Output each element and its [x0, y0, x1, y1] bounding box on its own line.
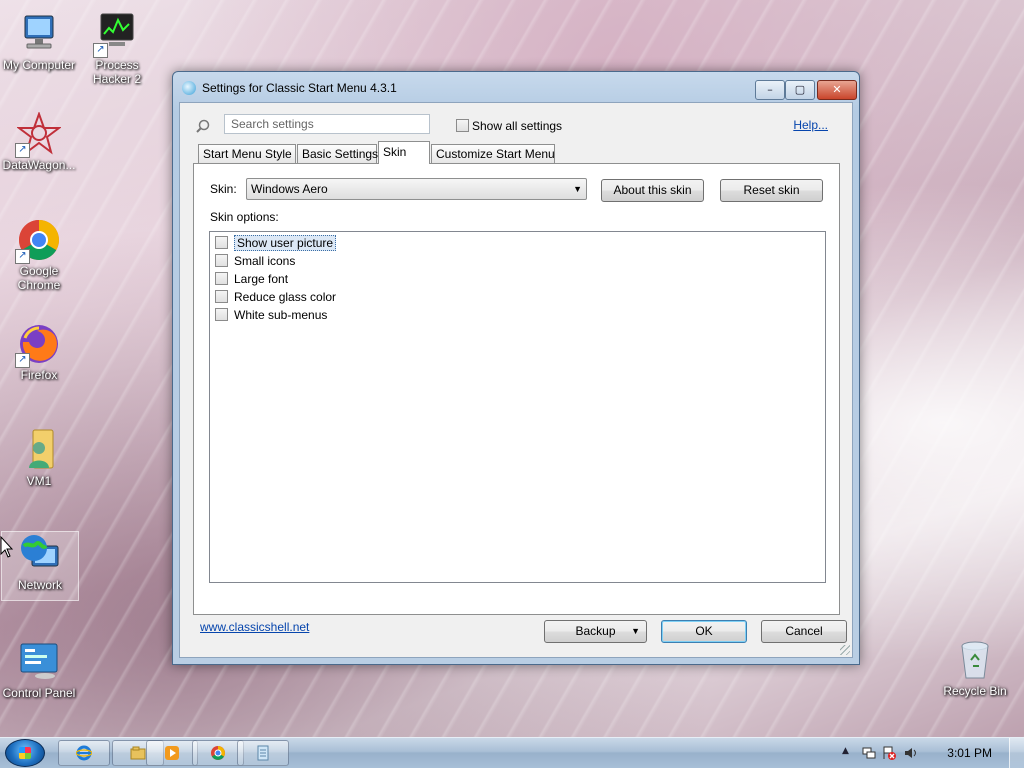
network-globe-icon	[18, 532, 62, 576]
checkbox-box[interactable]	[215, 272, 228, 285]
checkbox-box[interactable]	[215, 236, 228, 249]
desktop-icon-recycle-bin[interactable]: Recycle Bin	[937, 638, 1013, 698]
windows-logo-icon	[19, 747, 31, 759]
taskbar: ▲ 3:01 PM	[0, 737, 1024, 768]
option-label: Small icons	[234, 254, 296, 268]
desktop-icon-datawagon[interactable]: ↗ DataWagon...	[1, 111, 77, 172]
desktop-icon-label: DataWagon...	[2, 158, 76, 172]
desktop-icon-control-panel[interactable]: Control Panel	[1, 640, 77, 700]
shortcut-arrow-icon: ↗	[15, 353, 30, 368]
show-desktop-button[interactable]	[1009, 738, 1024, 768]
desktop-icon-label: My Computer	[2, 58, 76, 72]
windows-explorer-icon	[130, 745, 146, 761]
show-all-settings-label: Show all settings	[472, 118, 563, 133]
option-small-icons[interactable]: Small icons	[215, 253, 295, 269]
close-button[interactable]: ✕	[817, 80, 857, 100]
show-hidden-icons-arrow-icon[interactable]: ▲	[842, 746, 849, 756]
taskbar-media-player[interactable]	[146, 740, 198, 766]
ok-button[interactable]: OK	[661, 620, 747, 643]
show-all-settings-checkbox[interactable]: Show all settings	[456, 118, 562, 133]
skin-dropdown-value: Windows Aero	[251, 182, 328, 196]
skin-label: Skin:	[210, 182, 237, 196]
resize-grip[interactable]	[840, 645, 850, 655]
tab-basic-settings[interactable]: Basic Settings	[297, 144, 378, 163]
desktop-icon-label: VM1	[26, 474, 52, 488]
option-white-sub-menus[interactable]: White sub-menus	[215, 307, 327, 323]
skin-options-list: Show user picture Small icons Large font…	[209, 231, 826, 583]
volume-icon[interactable]	[904, 746, 918, 760]
skin-options-label: Skin options:	[210, 210, 279, 224]
about-skin-button[interactable]: About this skin	[601, 179, 704, 202]
desktop-icon-firefox[interactable]: ↗ Firefox	[1, 322, 77, 382]
option-label: Reduce glass color	[234, 290, 337, 304]
shortcut-arrow-icon: ↗	[93, 43, 108, 58]
option-label: Large font	[234, 272, 289, 286]
taskbar-notepad[interactable]	[237, 740, 289, 766]
reset-skin-button[interactable]: Reset skin	[720, 179, 823, 202]
checkbox-box[interactable]	[215, 308, 228, 321]
desktop-icon-label: Firefox	[20, 368, 58, 382]
option-label: Show user picture	[234, 235, 337, 251]
checkbox-box[interactable]	[456, 119, 469, 133]
desktop-icon-process-hacker[interactable]: ↗ Process Hacker 2	[79, 12, 155, 86]
desktop-icon-vm1[interactable]: VM1	[1, 428, 77, 488]
chrome-icon	[210, 745, 226, 761]
network-status-icon[interactable]	[862, 746, 876, 760]
taskbar-clock[interactable]: 3:01 PM	[947, 746, 992, 760]
internet-explorer-icon	[75, 745, 93, 761]
option-large-font[interactable]: Large font	[215, 271, 288, 287]
user-folder-icon	[17, 428, 61, 472]
skin-dropdown[interactable]: Windows Aero ▼	[246, 178, 587, 200]
chrome-icon: ↗	[15, 218, 61, 264]
tab-start-menu-style[interactable]: Start Menu Style	[198, 144, 296, 163]
desktop-icon-label: Process Hacker 2	[92, 58, 142, 86]
option-show-user-picture[interactable]: Show user picture	[215, 235, 337, 251]
backup-button[interactable]: Backup ▼	[544, 620, 647, 643]
skin-tab-panel: Skin: Windows Aero ▼ About this skin Res…	[193, 163, 840, 615]
desktop-icon-label: Network	[17, 578, 62, 592]
firefox-icon: ↗	[15, 322, 61, 368]
tab-customize-start-menu[interactable]: Customize Start Menu	[431, 144, 555, 163]
minimize-button[interactable]: –	[755, 80, 785, 100]
desktop-icon-label: Google Chrome	[17, 264, 61, 292]
tab-skin[interactable]: Skin	[378, 141, 430, 164]
option-reduce-glass-color[interactable]: Reduce glass color	[215, 289, 336, 305]
cancel-button[interactable]: Cancel	[761, 620, 847, 643]
recycle-bin-icon	[953, 638, 997, 682]
backup-button-label: Backup	[575, 624, 616, 638]
desktop-icon-my-computer[interactable]: My Computer	[1, 12, 77, 72]
window-title: Settings for Classic Start Menu 4.3.1	[202, 81, 397, 95]
taskbar-internet-explorer[interactable]	[58, 740, 110, 766]
settings-window: Settings for Classic Start Menu 4.3.1 – …	[172, 71, 860, 665]
classicshell-website-link[interactable]: www.classicshell.net	[200, 620, 309, 634]
media-player-icon	[164, 745, 180, 761]
option-label: White sub-menus	[234, 308, 328, 322]
search-icon	[196, 119, 210, 133]
maximize-button[interactable]: ▢	[785, 80, 815, 100]
checkbox-box[interactable]	[215, 290, 228, 303]
title-bar[interactable]: Settings for Classic Start Menu 4.3.1 – …	[173, 72, 859, 102]
help-link[interactable]: Help...	[793, 118, 828, 132]
desktop-icon-label: Recycle Bin	[943, 684, 1007, 698]
dropdown-arrow-icon: ▼	[631, 626, 640, 636]
window-client-area: Show all settings Help... Start Menu Sty…	[179, 102, 853, 658]
search-settings-input[interactable]	[224, 114, 430, 134]
notepad-icon	[255, 745, 271, 761]
checkbox-box[interactable]	[215, 254, 228, 267]
dropdown-arrow-icon: ▼	[573, 184, 582, 194]
system-tray: ▲ 3:01 PM	[834, 738, 1024, 768]
action-center-flag-icon[interactable]	[882, 746, 896, 760]
computer-icon	[17, 12, 61, 56]
shortcut-arrow-icon: ↗	[15, 249, 30, 264]
datawagon-icon: ↗	[15, 111, 62, 158]
control-panel-icon	[17, 640, 61, 684]
desktop-icon-label: Control Panel	[2, 686, 76, 700]
mouse-cursor	[0, 535, 14, 561]
desktop-icon-google-chrome[interactable]: ↗ Google Chrome	[1, 218, 77, 292]
start-button[interactable]	[5, 739, 45, 767]
classic-shell-icon	[182, 81, 196, 95]
shortcut-arrow-icon: ↗	[15, 143, 30, 158]
process-hacker-icon: ↗	[93, 12, 139, 58]
